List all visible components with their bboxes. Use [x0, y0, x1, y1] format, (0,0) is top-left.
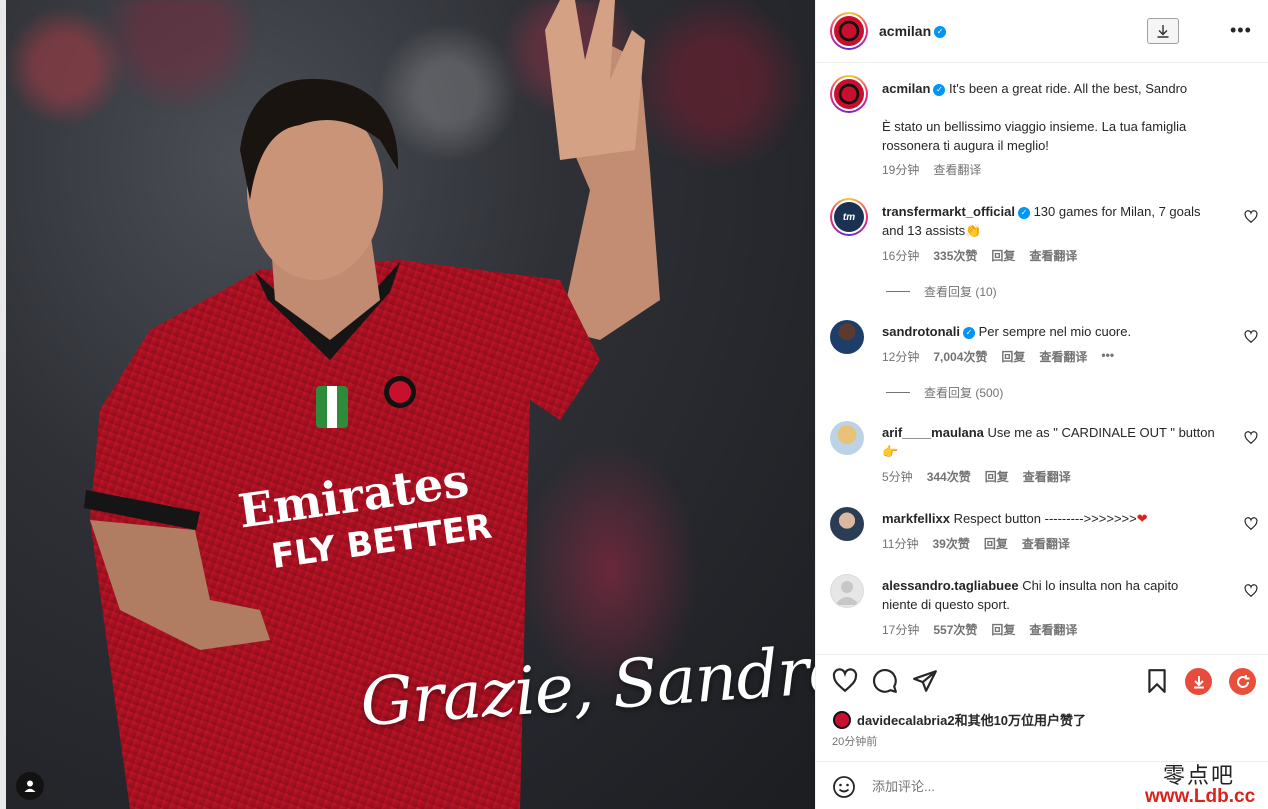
caption-line1: It's been a great ride. All the best, Sa… [949, 81, 1188, 96]
view-replies[interactable]: 查看回复 (10) [886, 283, 997, 300]
reply-button[interactable]: 回复 [1001, 348, 1025, 365]
translate-link[interactable]: 查看翻译 [1029, 247, 1077, 264]
comment-input[interactable] [872, 776, 1152, 796]
comment-text-cont: niente di questo sport. [882, 597, 1010, 612]
default-avatar-icon [835, 581, 859, 605]
liker-avatar [833, 710, 851, 729]
commenter-username[interactable]: arif____maulana [882, 425, 984, 440]
like-heart-icon[interactable] [832, 668, 858, 694]
post-header: acmilan ✓ ••• [816, 0, 1268, 63]
comment-time[interactable]: 16分钟 [882, 247, 919, 264]
comment-time[interactable]: 11分钟 [882, 535, 918, 552]
reply-button[interactable]: 回复 [991, 247, 1015, 264]
reply-button[interactable]: 回复 [984, 535, 1008, 552]
likes-summary[interactable]: davidecalabria2和其他10万位用户赞了 [833, 710, 1086, 729]
post-timestamp[interactable]: 20分钟前 [832, 733, 877, 749]
comment-meta: 16分钟 335次赞 回复 查看翻译 [882, 247, 1077, 264]
view-replies-label[interactable]: 查看回复 (500) [924, 384, 1003, 401]
comment-text: Chi lo insulta non ha capito [1022, 578, 1179, 593]
author-name-row: acmilan ✓ [879, 23, 947, 41]
comment-text-cont: and 13 assists👏 [882, 223, 982, 238]
author-avatar[interactable] [830, 12, 868, 50]
view-replies[interactable]: 查看回复 (500) [886, 384, 1003, 401]
view-replies-label[interactable]: 查看回复 (10) [924, 283, 997, 300]
comment-likes[interactable]: 344次赞 [927, 468, 971, 485]
refresh-extension-button[interactable] [1229, 668, 1256, 695]
commenter-username[interactable]: sandrotonali [882, 324, 960, 339]
emoji-icon[interactable] [832, 775, 856, 799]
heart-outline-icon[interactable] [1244, 517, 1258, 531]
more-options-icon[interactable]: ••• [1230, 20, 1252, 41]
heart-outline-icon[interactable] [1244, 584, 1258, 598]
download-arrow-icon [1193, 675, 1204, 688]
reply-button[interactable]: 回复 [991, 621, 1015, 638]
comment-time[interactable]: 12分钟 [882, 348, 919, 365]
refresh-icon [1236, 674, 1249, 688]
translate-link[interactable]: 查看翻译 [1039, 348, 1087, 365]
verified-icon: ✓ [963, 326, 976, 339]
likes-count-text[interactable]: 和其他10万位用户赞了 [955, 713, 1086, 728]
caption-text: acmilan ✓ It's been a great ride. All the… [882, 79, 1242, 155]
liker-username[interactable]: davidecalabria2 [857, 713, 955, 728]
caption-line2: È stato un bellissimo viaggio insieme. L… [882, 119, 1187, 134]
save-bookmark-icon[interactable] [1144, 668, 1170, 694]
commenter-avatar[interactable] [830, 507, 864, 541]
caption-time[interactable]: 19分钟 [882, 161, 919, 178]
commenter-username[interactable]: alessandro.tagliabuee [882, 578, 1019, 593]
verified-icon: ✓ [933, 83, 946, 96]
download-extension-button[interactable] [1185, 668, 1212, 695]
translate-link[interactable]: 查看翻译 [1022, 535, 1070, 552]
comment-meta: 12分钟 7,004次赞 回复 查看翻译 ••• [882, 348, 1114, 365]
comment-meta: 5分钟 344次赞 回复 查看翻译 [882, 468, 1071, 485]
comment-time[interactable]: 5分钟 [882, 468, 913, 485]
commenter-username[interactable]: transfermarkt_official [882, 204, 1015, 219]
download-icon [1157, 25, 1169, 38]
verified-icon: ✓ [1017, 206, 1030, 219]
comment-bubble-icon[interactable] [872, 668, 898, 694]
comment-text: Respect button --------->>>>>>> [953, 511, 1137, 526]
caption-meta: 19分钟 查看翻译 [882, 161, 981, 178]
translate-link[interactable]: 查看翻译 [1029, 621, 1077, 638]
commenter-avatar[interactable] [830, 421, 864, 455]
comment-text-cont: 👉 [882, 444, 899, 459]
comment-time[interactable]: 17分钟 [882, 621, 919, 638]
red-heart-icon: ❤ [1136, 511, 1148, 526]
share-paper-plane-icon[interactable] [912, 668, 938, 694]
heart-outline-icon[interactable] [1244, 431, 1258, 445]
commenter-avatar[interactable] [830, 574, 864, 608]
action-bar [816, 654, 1268, 706]
comment-likes[interactable]: 7,004次赞 [933, 348, 987, 365]
verified-icon: ✓ [934, 25, 947, 38]
commenter-avatar[interactable] [830, 320, 864, 354]
caption-line3: rossonera ti augura il meglio! [882, 138, 1049, 153]
tagged-users-button[interactable] [16, 772, 44, 800]
commenter-username[interactable]: markfellixx [882, 511, 950, 526]
post-sidebar: acmilan ✓ ••• acmilan ✓ It's been a great … [815, 0, 1268, 809]
caption-username[interactable]: acmilan [882, 81, 930, 96]
watermark-url: www.Ldb.cc [1145, 786, 1256, 807]
caption-avatar[interactable] [830, 75, 868, 113]
comment-likes[interactable]: 335次赞 [933, 247, 977, 264]
caption-translate-link[interactable]: 查看翻译 [933, 161, 981, 178]
download-button[interactable] [1147, 18, 1179, 44]
translate-link[interactable]: 查看翻译 [1023, 468, 1071, 485]
heart-outline-icon[interactable] [1244, 330, 1258, 344]
reply-button[interactable]: 回复 [985, 468, 1009, 485]
comment-list: acmilan ✓ It's been a great ride. All the… [816, 64, 1268, 654]
comment-meta: 17分钟 557次赞 回复 查看翻译 [882, 621, 1077, 638]
post-image[interactable]: Emirates FLY BETTER Grazie, Sandro [0, 0, 815, 809]
comment-text: 130 games for Milan, 7 goals [1033, 204, 1201, 219]
comment-options-icon[interactable]: ••• [1101, 348, 1114, 365]
person-icon [24, 780, 36, 792]
media-edge [0, 0, 6, 809]
comment-likes[interactable]: 39次赞 [932, 535, 969, 552]
comment-text: Per sempre nel mio cuore. [978, 324, 1132, 339]
comment-meta: 11分钟 39次赞 回复 查看翻译 [882, 535, 1070, 552]
author-username[interactable]: acmilan [879, 23, 931, 39]
heart-outline-icon[interactable] [1244, 210, 1258, 224]
commenter-avatar[interactable]: tm [830, 198, 868, 236]
comment-text: Use me as " CARDINALE OUT " button [987, 425, 1215, 440]
comment-likes[interactable]: 557次赞 [933, 621, 977, 638]
